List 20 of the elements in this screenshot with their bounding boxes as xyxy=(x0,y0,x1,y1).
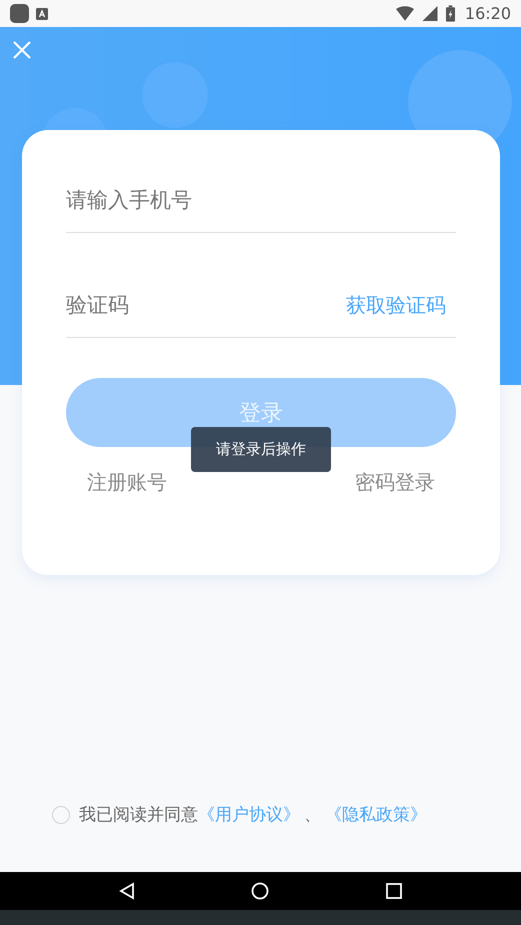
privacy-policy-link[interactable]: 《隐私政策》 xyxy=(325,803,427,826)
wifi-icon xyxy=(396,6,414,21)
separator-text: 、 xyxy=(304,804,321,826)
status-time: 16:20 xyxy=(464,4,511,23)
password-login-link[interactable]: 密码登录 xyxy=(355,469,435,496)
get-code-link[interactable]: 获取验证码 xyxy=(346,292,446,318)
home-icon[interactable] xyxy=(251,882,270,900)
agree-checkbox[interactable] xyxy=(52,806,70,824)
register-link[interactable]: 注册账号 xyxy=(87,469,167,496)
app-icon xyxy=(10,4,29,23)
phone-field[interactable]: 请输入手机号 xyxy=(66,168,456,233)
agreement-text: 我已阅读并同意 xyxy=(79,804,198,826)
recents-icon[interactable] xyxy=(385,882,404,900)
back-icon[interactable] xyxy=(118,882,136,900)
code-field[interactable]: 验证码 获取验证码 xyxy=(66,273,456,338)
toast-message: 请登录后操作 xyxy=(191,427,331,472)
signal-icon xyxy=(420,6,439,21)
battery-icon xyxy=(446,5,455,22)
user-agreement-link[interactable]: 《用户协议》 xyxy=(198,803,300,826)
keyboard-icon xyxy=(36,8,48,20)
